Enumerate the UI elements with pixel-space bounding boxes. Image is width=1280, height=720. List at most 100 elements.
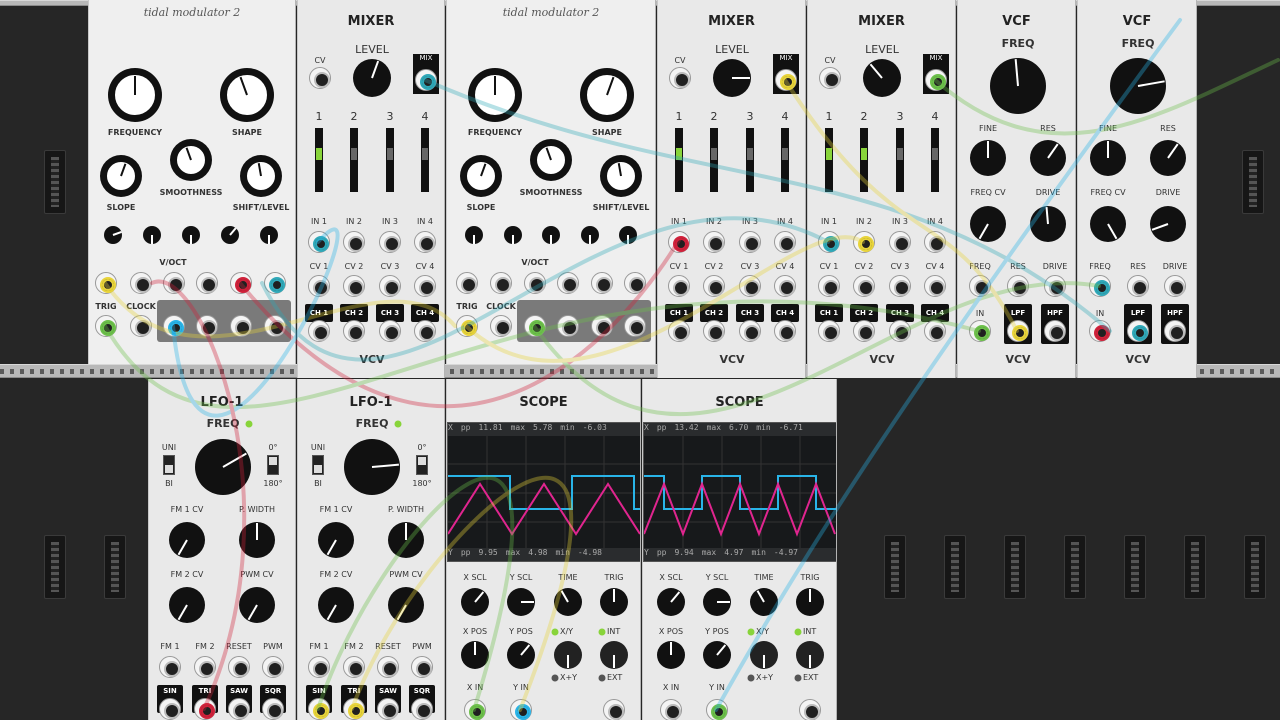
mixer-module-2[interactable]: MIXER LEVEL CV MIX 1 2 3 4 IN 1 IN 2 IN … [657, 0, 806, 378]
int-ext-button[interactable] [796, 641, 824, 669]
tidal-module-1[interactable]: tidal modulator 2 FREQUENCY SHAPE SLOPE … [88, 0, 296, 364]
mixer-module-1[interactable]: MIXER LEVEL CV MIX 1 2 3 4 IN 1 IN 2 IN … [297, 0, 445, 378]
trig-knob[interactable] [796, 588, 824, 616]
reset-jack[interactable] [228, 656, 250, 678]
atten-knob[interactable] [104, 226, 122, 244]
xy-button[interactable] [554, 641, 582, 669]
cv-jack[interactable] [668, 275, 690, 297]
y-scale-knob[interactable] [703, 588, 731, 616]
in-jack[interactable] [889, 231, 911, 253]
ext-trig-jack[interactable] [799, 699, 821, 720]
output-jack[interactable] [230, 315, 252, 337]
cv-jack[interactable] [819, 67, 841, 89]
atten-knob[interactable] [182, 226, 200, 244]
fine-knob[interactable] [970, 140, 1006, 176]
ch-jack[interactable] [889, 320, 911, 342]
atten-knob[interactable] [542, 226, 560, 244]
in-jack[interactable] [668, 231, 690, 253]
ch-jack[interactable] [739, 320, 761, 342]
in-jack[interactable] [414, 231, 436, 253]
in-jack[interactable] [853, 231, 875, 253]
cv-jack[interactable] [309, 67, 331, 89]
x-pos-knob[interactable] [461, 641, 489, 669]
cv-jack[interactable] [196, 272, 218, 294]
lfo-module-2[interactable]: LFO-1 FREQ UNI BI 0° 180° FM 1 CV P. WID… [297, 379, 445, 720]
res-jack[interactable] [1127, 275, 1149, 297]
atten-knob[interactable] [465, 226, 483, 244]
output-jack[interactable] [624, 315, 646, 337]
level-knob[interactable] [713, 59, 751, 97]
freq-knob[interactable] [990, 58, 1046, 114]
fader-3[interactable] [896, 128, 904, 192]
res-knob[interactable] [1030, 140, 1066, 176]
shift-level-knob[interactable] [241, 156, 281, 196]
cv-jack[interactable] [818, 275, 840, 297]
time-knob[interactable] [554, 588, 582, 616]
ch-jack[interactable] [703, 320, 725, 342]
shape-knob[interactable] [581, 69, 633, 121]
freq-cv-knob[interactable] [1090, 206, 1126, 242]
cv-jack[interactable] [624, 272, 646, 294]
phase-switch[interactable] [416, 455, 428, 475]
time-knob[interactable] [750, 588, 778, 616]
fm1-cv-knob[interactable] [318, 522, 354, 558]
tidal-module-2[interactable]: tidal modulator 2 FREQUENCY SHAPE SLOPE … [446, 0, 656, 364]
slope-knob[interactable] [101, 156, 141, 196]
y-scale-knob[interactable] [507, 588, 535, 616]
cv-jack[interactable] [490, 272, 512, 294]
voct-jack[interactable] [524, 272, 546, 294]
sqr-jack[interactable] [411, 698, 433, 720]
x-scale-knob[interactable] [657, 588, 685, 616]
cv-jack[interactable] [308, 275, 330, 297]
saw-jack[interactable] [228, 698, 250, 720]
reset-jack[interactable] [377, 656, 399, 678]
drive-knob[interactable] [1150, 206, 1186, 242]
lfo-module-1[interactable]: LFO-1 FREQ UNI BI 0° 180° FM 1 CV P. WID… [148, 379, 296, 720]
cv-jack[interactable] [264, 272, 286, 294]
smoothness-knob[interactable] [171, 140, 211, 180]
freq-knob[interactable] [1110, 58, 1166, 114]
fader-1[interactable] [315, 128, 323, 192]
fader-4[interactable] [931, 128, 939, 192]
cv-jack[interactable] [889, 275, 911, 297]
output-jack[interactable] [524, 315, 546, 337]
ch-jack[interactable] [379, 320, 401, 342]
vcf-module-1[interactable]: VCF FREQ FINE RES FREQ CV DRIVE FREQ RES… [957, 0, 1076, 378]
in-jack[interactable] [774, 231, 796, 253]
xy-button[interactable] [750, 641, 778, 669]
cv-jack[interactable] [343, 275, 365, 297]
mix-jack[interactable] [925, 69, 947, 91]
y-pos-knob[interactable] [703, 641, 731, 669]
ch-jack[interactable] [668, 320, 690, 342]
mix-jack[interactable] [775, 69, 797, 91]
atten-knob[interactable] [143, 226, 161, 244]
fader-2[interactable] [350, 128, 358, 192]
smoothness-knob[interactable] [531, 140, 571, 180]
vcf-module-2[interactable]: VCF FREQ FINE RES FREQ CV DRIVE FREQ RES… [1077, 0, 1197, 378]
tri-jack[interactable] [343, 698, 365, 720]
in-jack[interactable] [379, 231, 401, 253]
in-jack[interactable] [1089, 320, 1111, 342]
y-pos-knob[interactable] [507, 641, 535, 669]
atten-knob[interactable] [619, 226, 637, 244]
pwm-cv-knob[interactable] [239, 587, 275, 623]
level-knob[interactable] [353, 59, 391, 97]
fader-3[interactable] [386, 128, 394, 192]
sqr-jack[interactable] [262, 698, 284, 720]
output-jack[interactable] [163, 315, 185, 337]
pwm-jack[interactable] [262, 656, 284, 678]
fader-2[interactable] [710, 128, 718, 192]
cv-jack[interactable] [414, 275, 436, 297]
slope-knob[interactable] [461, 156, 501, 196]
in-jack[interactable] [308, 231, 330, 253]
lpf-jack[interactable] [1127, 320, 1149, 342]
fm1-jack[interactable] [308, 656, 330, 678]
in-jack[interactable] [818, 231, 840, 253]
fm2-cv-knob[interactable] [318, 587, 354, 623]
freq-cv-knob[interactable] [970, 206, 1006, 242]
freq-jack[interactable] [969, 275, 991, 297]
int-ext-button[interactable] [600, 641, 628, 669]
atten-knob[interactable] [581, 226, 599, 244]
atten-knob[interactable] [221, 226, 239, 244]
uni-bi-switch[interactable] [312, 455, 324, 475]
